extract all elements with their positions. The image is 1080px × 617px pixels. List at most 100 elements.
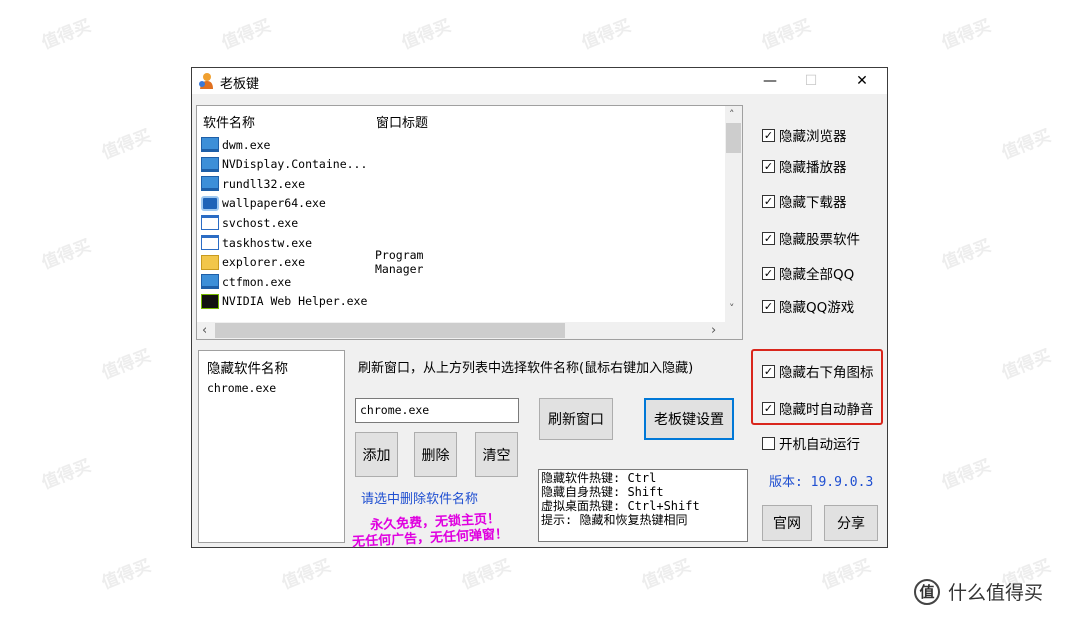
watermark-text: 值得买 [399, 15, 454, 54]
option-label: 隐藏下载器 [779, 195, 847, 211]
software-name-input[interactable]: chrome.exe [355, 398, 519, 423]
monitor-icon [201, 156, 219, 172]
hotkey-info-box: 隐藏软件热键: Ctrl 隐藏自身热键: Shift 虚拟桌面热键: Ctrl+… [538, 469, 748, 542]
option-checkbox-row[interactable]: ✓ 隐藏股票软件 [762, 228, 860, 248]
hidden-software-list[interactable]: 隐藏软件名称 chrome.exe [198, 350, 345, 543]
watermark-text: 值得买 [999, 345, 1054, 384]
wallpaper-engine-icon [201, 195, 219, 211]
scroll-right-icon[interactable]: › [711, 323, 716, 338]
minimize-button[interactable]: — [748, 71, 792, 91]
instruction-text: 刷新窗口，从上方列表中选择软件名称(鼠标右键加入隐藏) [358, 361, 694, 376]
watermark-text: 值得买 [99, 345, 154, 384]
folder-icon [201, 254, 219, 270]
watermark-text: 值得买 [99, 125, 154, 164]
delete-hint-text: 请选中删除软件名称 [361, 492, 479, 507]
option-checkbox-row[interactable]: ✓ 隐藏浏览器 [762, 125, 847, 145]
checkbox-checked-icon[interactable]: ✓ [762, 194, 775, 208]
process-row[interactable]: taskhostw.exe [201, 233, 372, 252]
process-name: taskhostw.exe [222, 235, 313, 250]
hotkey-line: 提示: 隐藏和恢复热键相同 [541, 513, 688, 527]
option-label: 隐藏浏览器 [779, 129, 847, 145]
checkbox-unchecked-icon[interactable] [762, 436, 775, 450]
option-checkbox-row[interactable]: ✓ 隐藏全部QQ [762, 263, 854, 283]
hotkey-line: 虚拟桌面热键: Ctrl+Shift [541, 499, 700, 513]
maximize-button[interactable]: ☐ [789, 71, 833, 91]
scroll-down-icon[interactable]: ˅ [729, 302, 735, 315]
hotkey-line: 隐藏自身热键: Shift [541, 485, 664, 499]
watermark-text: 值得买 [939, 15, 994, 54]
checkbox-checked-icon[interactable]: ✓ [762, 299, 775, 313]
option-checkbox-row[interactable]: 开机自动运行 [762, 433, 860, 453]
watermark-text: 值得买 [219, 15, 274, 54]
watermark-text: 值得买 [459, 555, 514, 594]
process-name: rundll32.exe [222, 176, 306, 191]
option-label: 隐藏股票软件 [779, 232, 860, 248]
process-row[interactable]: NVDisplay.Containe... [201, 155, 372, 174]
process-row[interactable]: dwm.exe [201, 135, 372, 154]
process-row[interactable]: explorer.exe Program Manager [201, 248, 423, 276]
hidden-list-item[interactable]: chrome.exe [207, 381, 276, 395]
website-button[interactable]: 官网 [762, 505, 812, 541]
process-row[interactable]: NVIDIA Web Helper.exe [201, 292, 372, 311]
watermark-text: 值得买 [39, 15, 94, 54]
close-button[interactable]: ✕ [840, 71, 884, 91]
watermark-text: 值得买 [939, 235, 994, 274]
watermark-text: 值得买 [999, 125, 1054, 164]
process-name: explorer.exe [222, 255, 306, 270]
watermark-text: 值得买 [639, 555, 694, 594]
window-title: 老板键 [220, 77, 260, 92]
vertical-scroll-thumb[interactable] [726, 123, 741, 153]
watermark-text: 值得买 [759, 15, 814, 54]
watermark-text: 值得买 [819, 555, 874, 594]
checkbox-checked-icon[interactable]: ✓ [762, 159, 775, 173]
monitor-icon [201, 137, 219, 152]
option-label: 开机自动运行 [779, 437, 860, 453]
share-button[interactable]: 分享 [824, 505, 878, 541]
scroll-left-icon[interactable]: ‹ [202, 323, 207, 338]
hidden-list-header: 隐藏软件名称 [207, 361, 288, 377]
nvidia-icon [201, 293, 219, 309]
option-checkbox-row[interactable]: ✓ 隐藏下载器 [762, 191, 847, 211]
process-name: svchost.exe [222, 215, 299, 230]
highlight-box [751, 349, 883, 425]
process-name: dwm.exe [222, 137, 271, 152]
process-name: NVDisplay.Containe... [222, 157, 368, 172]
process-row[interactable]: svchost.exe [201, 213, 372, 232]
column-header-software-name[interactable]: 软件名称 [203, 112, 255, 131]
horizontal-scroll-thumb[interactable] [215, 323, 565, 338]
scroll-up-icon[interactable]: ˄ [729, 108, 735, 121]
process-row[interactable]: rundll32.exe [201, 174, 372, 193]
app-person-icon [199, 73, 213, 89]
option-checkbox-row[interactable]: ✓ 隐藏QQ游戏 [762, 296, 854, 316]
process-name: NVIDIA Web Helper.exe [222, 294, 368, 309]
clear-button[interactable]: 清空 [475, 432, 518, 477]
option-label: 隐藏全部QQ [779, 267, 855, 283]
checkbox-checked-icon[interactable]: ✓ [762, 231, 775, 245]
watermark-text: 值得买 [39, 235, 94, 274]
option-checkbox-row[interactable]: ✓ 隐藏播放器 [762, 156, 847, 176]
boss-key-settings-button[interactable]: 老板键设置 [644, 398, 734, 440]
footer-logo: 值 什么值得买 [914, 578, 1043, 605]
process-row[interactable]: ctfmon.exe [201, 272, 372, 291]
checkbox-checked-icon[interactable]: ✓ [762, 266, 775, 280]
option-label: 隐藏播放器 [779, 160, 847, 176]
service-window-icon [201, 215, 219, 231]
watermark-text: 值得买 [279, 555, 334, 594]
refresh-window-button[interactable]: 刷新窗口 [539, 398, 613, 440]
add-button[interactable]: 添加 [355, 432, 398, 477]
horizontal-scrollbar[interactable]: ‹ › [197, 322, 742, 339]
service-window-icon [201, 235, 219, 250]
checkbox-checked-icon[interactable]: ✓ [762, 128, 775, 142]
monitor-icon [201, 274, 219, 290]
column-header-window-title[interactable]: 窗口标题 [376, 112, 428, 131]
watermark-text: 值得买 [39, 455, 94, 494]
process-window-title: Program Manager [375, 248, 424, 277]
title-bar[interactable]: 老板键 — ☐ ✕ [192, 68, 887, 94]
process-list[interactable]: 软件名称 窗口标题 dwm.exe NVDisplay.Containe... ru… [196, 105, 743, 340]
process-name: wallpaper64.exe [222, 196, 326, 211]
delete-button[interactable]: 删除 [414, 432, 457, 477]
vertical-scrollbar[interactable]: ˄ ˅ [725, 106, 742, 322]
hotkey-line: 隐藏软件热键: Ctrl [541, 471, 657, 485]
process-row[interactable]: wallpaper64.exe [201, 194, 372, 213]
process-name: ctfmon.exe [222, 274, 292, 289]
